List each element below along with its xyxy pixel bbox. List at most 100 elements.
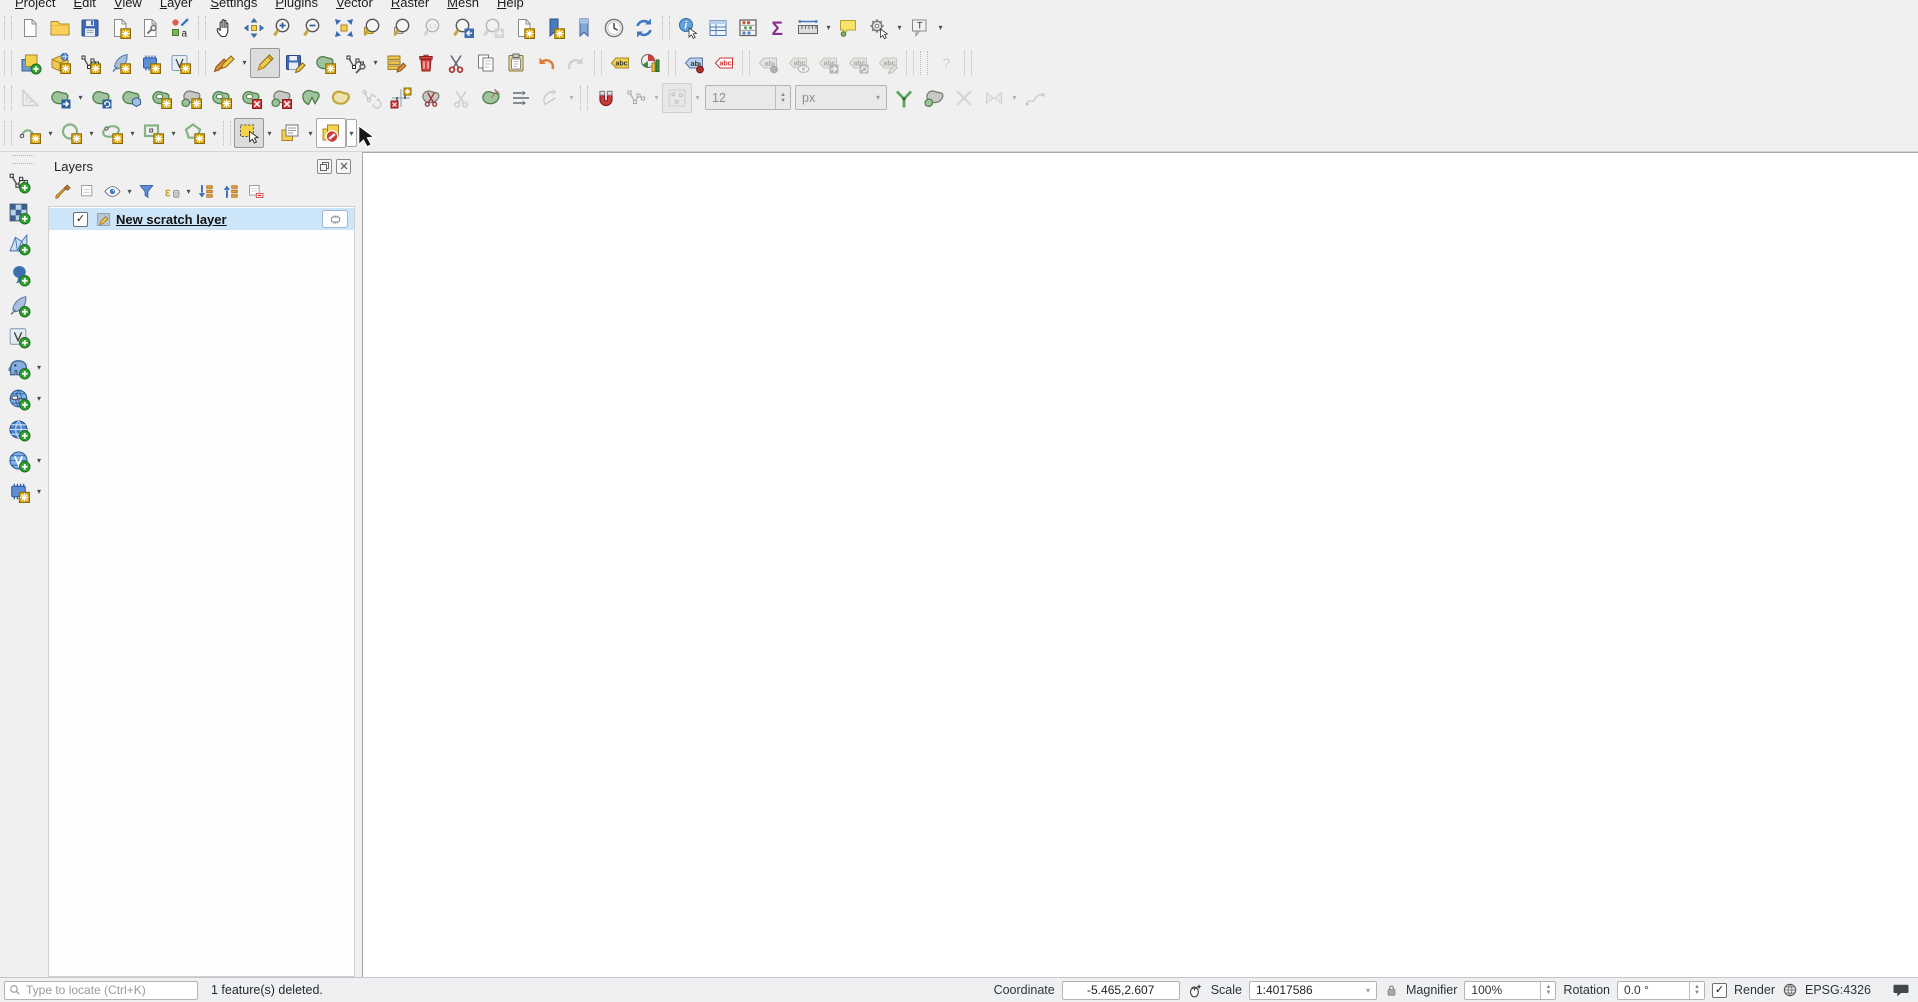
add-ellipse-icon[interactable] [97, 118, 127, 148]
refresh-map-icon[interactable] [629, 13, 659, 43]
trim-extend-feature-icon[interactable] [386, 83, 416, 113]
snapping-tolerance-spinbox[interactable]: 12▲▼ [705, 85, 791, 110]
cut-features-icon[interactable] [441, 48, 471, 78]
crs-value[interactable]: EPSG:4326 [1805, 983, 1871, 997]
add-wms-wmts-layer-icon[interactable] [3, 383, 35, 414]
add-delimited-text-layer-icon[interactable] [3, 259, 35, 290]
new-project-icon[interactable] [15, 13, 45, 43]
scale-combo[interactable]: 1:4017586 ▾ [1249, 981, 1377, 1000]
rotate-point-symbols-dropdown[interactable]: ▾ [566, 83, 577, 113]
save-project-icon[interactable] [75, 13, 105, 43]
add-postgis-layer-dropdown[interactable]: ▾ [35, 353, 44, 383]
text-annotation-icon[interactable]: T [905, 13, 935, 43]
new-spatialite-layer-icon[interactable] [105, 48, 135, 78]
chevron-down-icon[interactable]: ▾ [870, 86, 886, 109]
add-regular-polygon-icon[interactable] [179, 118, 209, 148]
add-wcs-layer-icon[interactable] [3, 414, 35, 445]
layer-diagram-options-icon[interactable] [635, 48, 665, 78]
merge-attributes-of-selected-icon[interactable] [506, 83, 536, 113]
add-polygon-feature-icon[interactable] [310, 48, 340, 78]
add-regular-polygon-dropdown[interactable]: ▾ [209, 118, 220, 148]
menu-settings[interactable]: Settings [201, 0, 266, 10]
toolbar-drag-handle[interactable] [4, 16, 12, 40]
vertex-tool-icon[interactable] [340, 48, 370, 78]
vertex-tool-dropdown[interactable]: ▾ [370, 48, 381, 78]
deselect-features-from-all-layers-icon[interactable] [316, 118, 346, 148]
close-panel-icon[interactable] [336, 159, 351, 174]
delete-part-icon[interactable] [266, 83, 296, 113]
toolbar-drag-handle[interactable] [742, 51, 750, 75]
identify-features-icon[interactable]: i [673, 13, 703, 43]
rotation-spinbox[interactable]: 0.0 ° ▲▼ [1617, 981, 1705, 1000]
add-raster-layer-icon[interactable] [3, 197, 35, 228]
snapping-unit-combo[interactable]: px▾ [795, 85, 887, 110]
toolbar-drag-handle[interactable] [594, 51, 602, 75]
new-print-layout-icon[interactable] [105, 13, 135, 43]
new-virtual-layer-icon[interactable] [165, 48, 195, 78]
zoom-in-icon[interactable] [269, 13, 299, 43]
toolbar-drag-handle[interactable] [920, 51, 928, 75]
add-spatialite-layer-icon[interactable] [3, 290, 35, 321]
new-shapefile-layer-icon[interactable] [75, 48, 105, 78]
locator-input[interactable] [24, 982, 193, 998]
pin-unpin-labels-icon[interactable]: ab [679, 48, 709, 78]
add-rectangle-dropdown[interactable]: ▾ [168, 118, 179, 148]
add-wfs-layer-icon[interactable] [3, 445, 35, 476]
undo-icon[interactable] [531, 48, 561, 78]
add-wms-wmts-layer-dropdown[interactable]: ▾ [35, 384, 44, 414]
toggle-extents-display-icon[interactable] [1187, 982, 1204, 999]
render-checkbox[interactable]: ✓ [1712, 983, 1727, 998]
lock-scale-icon[interactable] [1384, 983, 1399, 998]
toolbar-drag-handle[interactable] [12, 155, 34, 164]
new-temporary-scratch-layer-dropdown[interactable]: ▾ [35, 477, 44, 507]
toolbar-drag-handle[interactable] [964, 51, 972, 75]
toolbar-drag-handle[interactable] [198, 16, 206, 40]
fill-ring-icon[interactable] [206, 83, 236, 113]
open-attribute-table-icon[interactable] [703, 13, 733, 43]
open-data-source-manager-icon[interactable] [15, 48, 45, 78]
expand-all-icon[interactable] [193, 179, 218, 203]
add-postgis-layer-icon[interactable] [3, 352, 35, 383]
add-circle-dropdown[interactable]: ▾ [86, 118, 97, 148]
select-features-by-rectangle-icon[interactable] [234, 118, 264, 148]
toolbar-drag-handle[interactable] [223, 121, 231, 145]
pan-to-selection-icon[interactable] [239, 13, 269, 43]
toolbar-drag-handle[interactable] [4, 51, 12, 75]
messages-bubble-icon[interactable] [1892, 981, 1910, 999]
float-panel-icon[interactable] [317, 159, 332, 174]
menu-view[interactable]: View [105, 0, 151, 10]
toolbar-drag-handle[interactable] [580, 86, 588, 110]
spinner-arrows-icon[interactable]: ▲▼ [1689, 982, 1704, 999]
map-tips-icon[interactable] [834, 13, 864, 43]
zoom-out-icon[interactable] [299, 13, 329, 43]
toolbar-drag-handle[interactable] [668, 51, 676, 75]
paste-features-icon[interactable] [501, 48, 531, 78]
delete-ring-icon[interactable] [236, 83, 266, 113]
offset-curve-icon[interactable] [326, 83, 356, 113]
new-temporary-scratch-layer-icon[interactable] [135, 48, 165, 78]
menu-edit[interactable]: Edit [64, 0, 104, 10]
coordinate-field[interactable] [1062, 981, 1180, 1000]
remove-layer-group-icon[interactable] [243, 179, 268, 203]
spinner-arrows-icon[interactable]: ▲▼ [1540, 982, 1555, 999]
snapping-mode-dropdown[interactable]: ▾ [651, 83, 662, 113]
map-canvas[interactable] [362, 152, 1918, 977]
add-circle-icon[interactable] [56, 118, 86, 148]
coordinate-input[interactable] [1063, 982, 1179, 998]
menu-vector[interactable]: Vector [327, 0, 382, 10]
show-spatial-bookmarks-icon[interactable] [569, 13, 599, 43]
menu-layer[interactable]: Layer [151, 0, 202, 10]
layer-name[interactable]: New scratch layer [116, 212, 322, 227]
manage-map-themes-icon[interactable] [100, 179, 125, 203]
modify-attributes-of-selected-features-icon[interactable] [381, 48, 411, 78]
crs-globe-icon[interactable] [1782, 982, 1798, 998]
layer-item-new-scratch-layer[interactable]: ✓ New scratch layer [49, 208, 354, 230]
add-part-icon[interactable] [176, 83, 206, 113]
zoom-to-selection-icon[interactable] [359, 13, 389, 43]
toolbar-drag-handle[interactable] [4, 121, 12, 145]
collapse-all-icon[interactable] [218, 179, 243, 203]
merge-selected-features-icon[interactable] [476, 83, 506, 113]
text-annotation-dropdown[interactable]: ▾ [935, 13, 946, 43]
add-rectangle-icon[interactable] [138, 118, 168, 148]
add-virtual-layer-icon[interactable] [3, 321, 35, 352]
